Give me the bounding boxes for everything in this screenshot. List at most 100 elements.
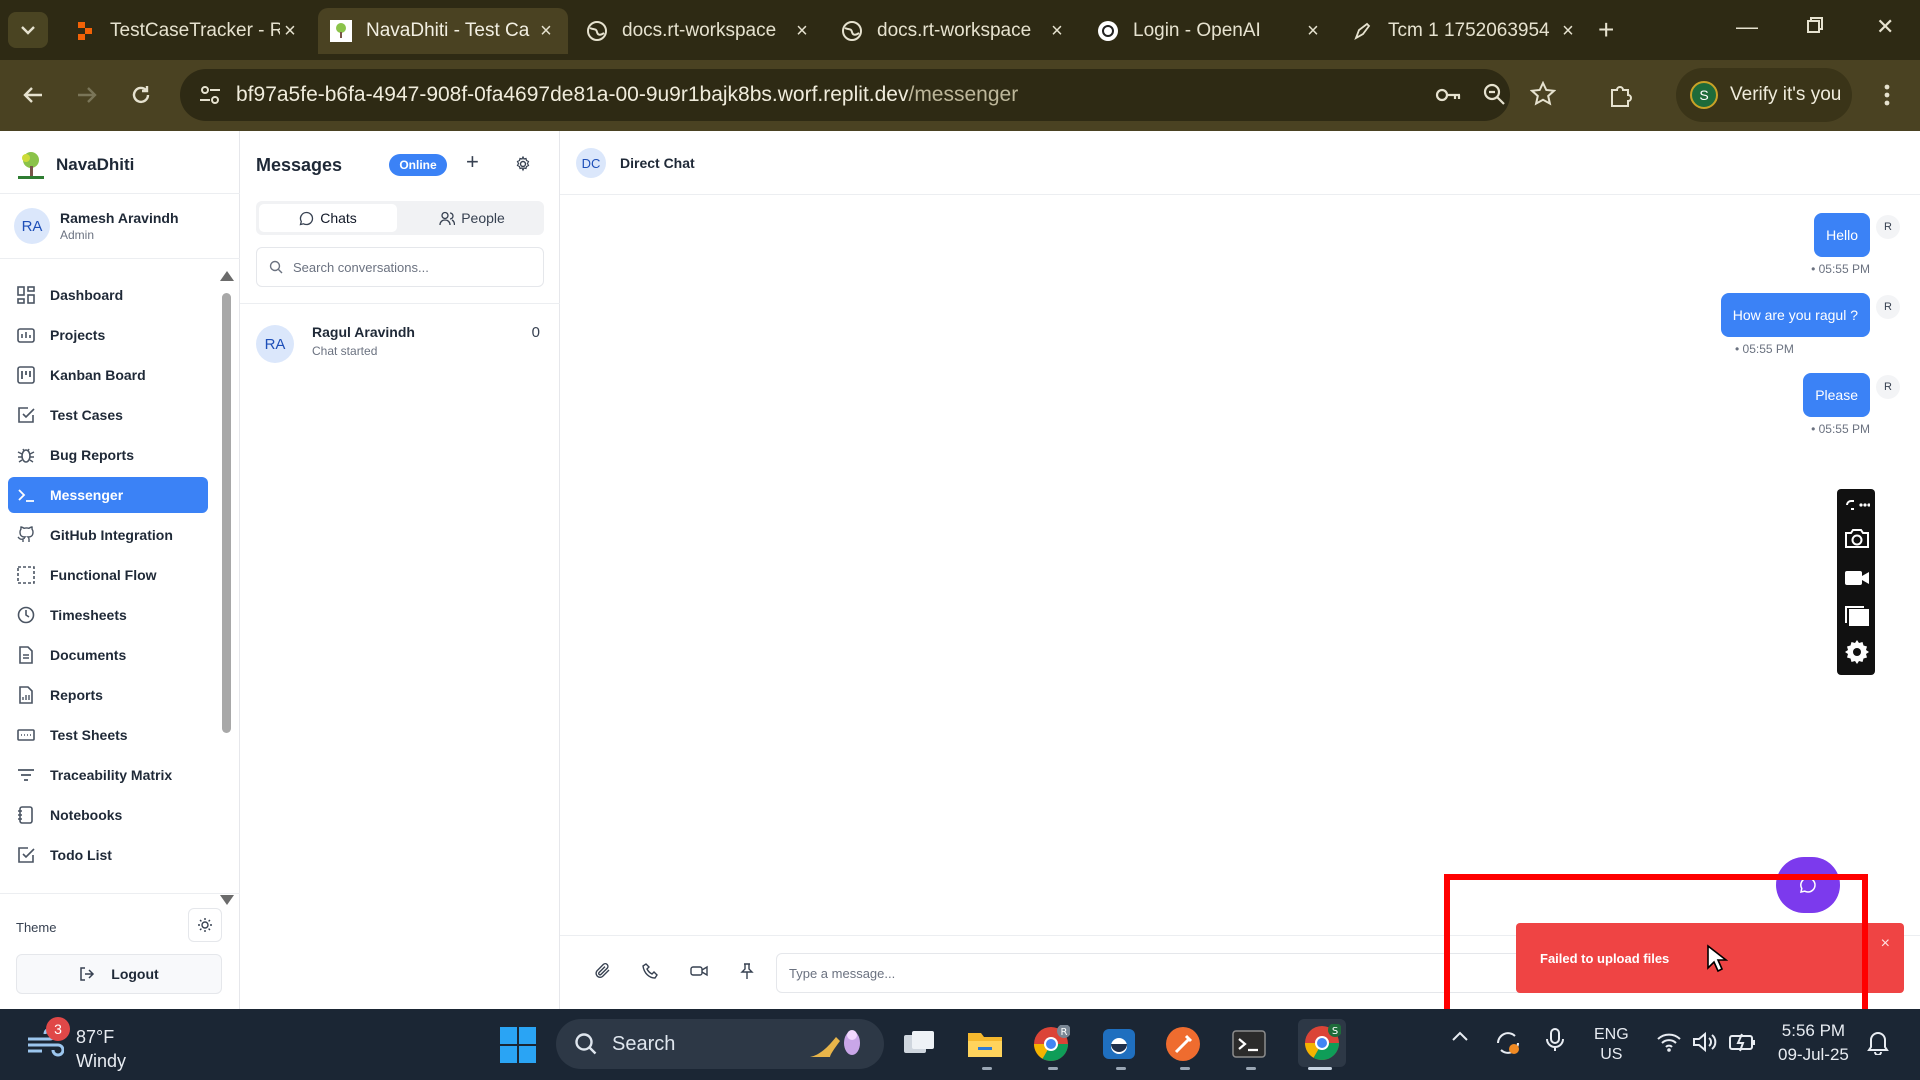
file-explorer-button[interactable] xyxy=(966,1025,1004,1063)
address-bar[interactable]: bf97a5fe-b6fa-4947-908f-0fa4697de81a-00-… xyxy=(180,69,1557,121)
close-icon[interactable]: × xyxy=(1881,935,1890,953)
restore-icon xyxy=(1807,17,1823,33)
site-settings-icon[interactable] xyxy=(198,83,222,112)
volume-button[interactable] xyxy=(1692,1031,1720,1058)
sidebar-item-projects[interactable]: Projects xyxy=(8,317,208,353)
zoom-icon[interactable] xyxy=(1482,82,1506,111)
extensions-button[interactable] xyxy=(1606,80,1636,110)
scrollbar-thumb[interactable] xyxy=(222,293,231,733)
camera-icon[interactable] xyxy=(1844,525,1870,551)
gear-icon xyxy=(516,155,530,172)
sidebar-item-reports[interactable]: Reports xyxy=(8,677,208,713)
taskbar-search[interactable]: Search xyxy=(556,1019,884,1069)
task-view-button[interactable] xyxy=(900,1025,938,1063)
sidebar-item-test-sheets[interactable]: Test Sheets xyxy=(8,717,208,753)
message-input[interactable]: Type a message... xyxy=(776,953,1536,993)
sync-button[interactable] xyxy=(1494,1029,1522,1062)
filter-icon xyxy=(16,765,36,785)
search-input[interactable]: Search conversations... xyxy=(256,247,544,287)
sidebar-item-github[interactable]: GitHub Integration xyxy=(8,517,208,553)
chrome-r-button[interactable]: R xyxy=(1032,1024,1071,1063)
close-icon[interactable]: × xyxy=(1558,20,1578,43)
attach-button[interactable] xyxy=(594,962,612,985)
theme-toggle-button[interactable] xyxy=(188,908,222,942)
scroll-up-arrow-icon[interactable] xyxy=(220,271,234,281)
message-bubble[interactable]: Please xyxy=(1803,373,1870,417)
reload-button[interactable] xyxy=(126,80,156,110)
clock-date: 09-Jul-25 xyxy=(1778,1045,1849,1064)
tab-search-button[interactable] xyxy=(8,12,48,48)
wifi-button[interactable] xyxy=(1656,1031,1682,1058)
sidebar-item-todo[interactable]: Todo List xyxy=(8,837,208,873)
sidebar-item-kanban[interactable]: Kanban Board xyxy=(8,357,208,393)
svg-text:R: R xyxy=(1061,1027,1068,1038)
phone-icon xyxy=(642,963,658,979)
scroll-down-arrow-icon[interactable] xyxy=(220,895,234,905)
link-more-icon[interactable] xyxy=(1844,493,1870,519)
sidebar-scrollbar[interactable] xyxy=(220,271,234,905)
clock[interactable]: 5:56 PM 09-Jul-25 xyxy=(1778,1019,1849,1067)
tab-title: docs.rt-workspace xyxy=(877,20,1032,41)
brand[interactable]: NavaDhiti xyxy=(14,147,134,183)
sidebar-item-traceability[interactable]: Traceability Matrix xyxy=(8,757,208,793)
language-indicator[interactable]: ENG US xyxy=(1594,1025,1629,1065)
browser-menu-button[interactable] xyxy=(1872,80,1902,110)
sidebar-item-notebooks[interactable]: Notebooks xyxy=(8,797,208,833)
tab-docs-2[interactable]: docs.rt-workspace × xyxy=(829,8,1079,54)
battery-button[interactable] xyxy=(1728,1031,1758,1058)
settings-button[interactable] xyxy=(515,155,531,177)
tray-overflow-button[interactable] xyxy=(1450,1027,1470,1052)
users-icon xyxy=(439,211,456,225)
pin-button[interactable] xyxy=(738,962,756,985)
notifications-button[interactable] xyxy=(1866,1029,1890,1060)
message-bubble[interactable]: Hello xyxy=(1814,213,1870,257)
close-window-button[interactable]: ✕ xyxy=(1876,14,1894,40)
tab-navadhiti[interactable]: NavaDhiti - Test Ca × xyxy=(318,8,568,54)
close-icon[interactable]: × xyxy=(280,20,300,43)
new-tab-button[interactable]: + xyxy=(1598,16,1614,44)
tab-tcm[interactable]: Tcm 1 1752063954 × xyxy=(1340,8,1590,54)
message-bubble[interactable]: How are you ragul ? xyxy=(1720,293,1870,337)
notification-bell-icon xyxy=(1867,1032,1889,1056)
chrome-s-button[interactable]: S xyxy=(1298,1019,1346,1067)
sidebar-item-test-cases[interactable]: Test Cases xyxy=(8,397,208,433)
new-chat-button[interactable]: + xyxy=(466,149,479,175)
tab-openai[interactable]: Login - OpenAI × xyxy=(1085,8,1335,54)
tab-testcasetracker[interactable]: TestCaseTracker - R × xyxy=(62,8,312,54)
close-icon[interactable]: × xyxy=(792,20,812,43)
sidebar-item-documents[interactable]: Documents xyxy=(8,637,208,673)
postman-button[interactable] xyxy=(1164,1025,1202,1063)
close-icon[interactable]: × xyxy=(1047,20,1067,43)
profile-verify-button[interactable]: S Verify it's you xyxy=(1676,68,1852,122)
tab-people[interactable]: People xyxy=(403,204,541,232)
terminal-button[interactable] xyxy=(1230,1025,1268,1063)
close-icon[interactable]: × xyxy=(536,20,556,43)
call-button[interactable] xyxy=(642,962,660,985)
key-icon[interactable] xyxy=(1434,83,1462,112)
star-icon[interactable] xyxy=(1529,80,1557,112)
sidebar-item-functional-flow[interactable]: Functional Flow xyxy=(8,557,208,593)
app-button[interactable] xyxy=(1100,1025,1138,1063)
logout-button[interactable]: Logout xyxy=(16,954,222,994)
sidebar-item-messenger[interactable]: Messenger xyxy=(8,477,208,513)
sidebar-item-bug-reports[interactable]: Bug Reports xyxy=(8,437,208,473)
video-record-icon[interactable] xyxy=(1844,565,1870,591)
gear-icon[interactable] xyxy=(1844,639,1870,665)
list-item[interactable]: RA Ragul Aravindh Chat started 0 xyxy=(256,321,546,365)
video-button[interactable] xyxy=(690,962,708,985)
user-profile[interactable]: RA Ramesh Aravindh Admin xyxy=(0,193,240,259)
restore-button[interactable] xyxy=(1806,14,1824,40)
forward-button[interactable] xyxy=(72,80,102,110)
minimize-button[interactable]: — xyxy=(1736,14,1758,40)
github-icon xyxy=(16,525,36,545)
sidebar-item-dashboard[interactable]: Dashboard xyxy=(8,277,208,313)
windows-start-button[interactable] xyxy=(500,1027,536,1063)
tab-docs-1[interactable]: docs.rt-workspace × xyxy=(574,8,824,54)
sidebar-item-timesheets[interactable]: Timesheets xyxy=(8,597,208,633)
close-icon[interactable]: × xyxy=(1303,20,1323,43)
microphone-button[interactable] xyxy=(1544,1027,1566,1058)
back-button[interactable] xyxy=(18,80,48,110)
tab-strip: TestCaseTracker - R × NavaDhiti - Test C… xyxy=(0,0,1920,60)
tab-chats[interactable]: Chats xyxy=(259,204,397,232)
window-capture-icon[interactable] xyxy=(1844,603,1870,629)
